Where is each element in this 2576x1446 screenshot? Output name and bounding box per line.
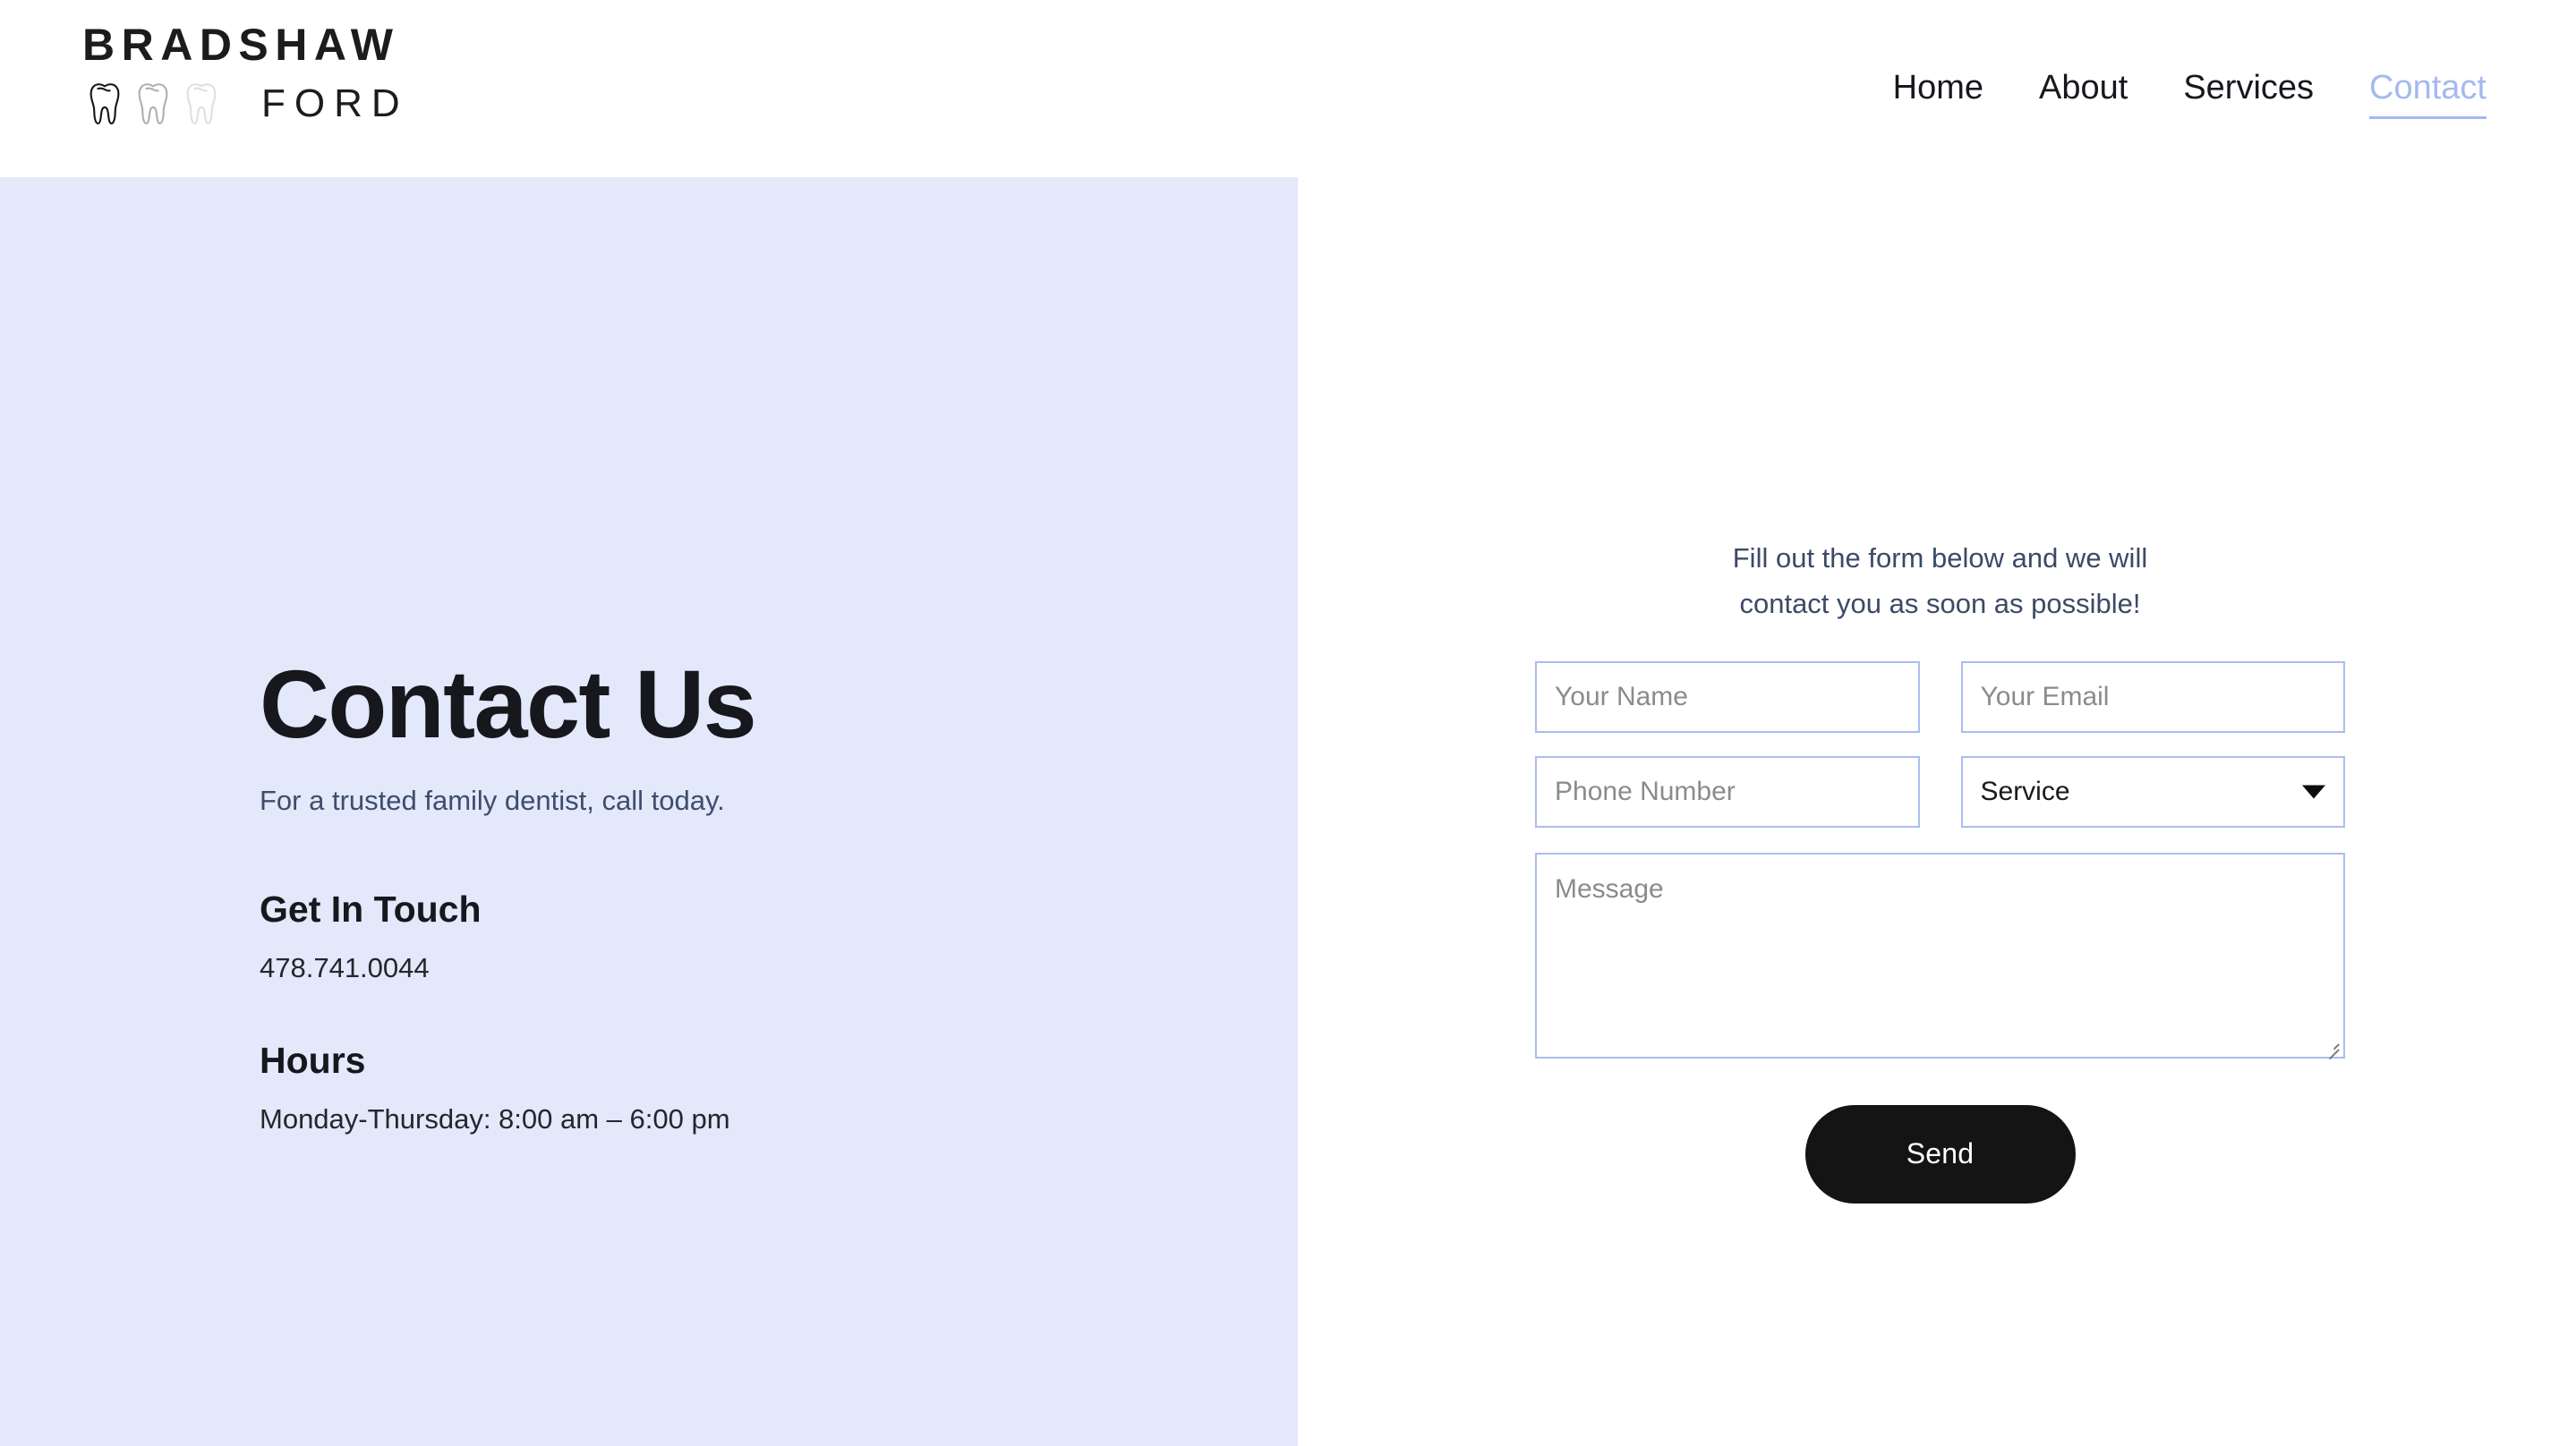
site-header: BRADSHAW FORD Home About Services Contac…	[0, 0, 2576, 177]
info-block-get-in-touch: Get In Touch 478.741.0044	[260, 888, 1208, 987]
brand-logo[interactable]: BRADSHAW FORD	[82, 21, 548, 132]
tooth-icon-light	[186, 83, 217, 125]
main-navigation: Home About Services Contact	[1865, 0, 2486, 177]
service-select-wrapper: Service	[1960, 755, 2345, 828]
send-button-row: Send	[1535, 1104, 2345, 1204]
email-input[interactable]	[1960, 660, 2345, 733]
tooth-icon-group	[90, 82, 217, 125]
phone-input[interactable]	[1535, 755, 1920, 828]
tooth-icon-dark	[90, 83, 120, 125]
brand-name: BRADSHAW	[82, 20, 400, 70]
hours-heading: Hours	[260, 1040, 366, 1082]
contact-form-panel: Fill out the form below and we will cont…	[1298, 177, 2576, 1446]
contact-form: Fill out the form below and we will cont…	[1535, 535, 2345, 1204]
nav-item-contact[interactable]: Contact	[2341, 64, 2486, 119]
brand-secondary-row: FORD	[82, 76, 548, 132]
nav-item-services[interactable]: Services	[2155, 64, 2341, 114]
page-subtitle: For a trusted family dentist, call today…	[260, 784, 725, 816]
phone-number[interactable]: 478.741.0044	[260, 949, 1208, 987]
page-title: Contact Us	[260, 650, 757, 758]
form-intro-text: Fill out the form below and we will cont…	[1732, 542, 2148, 620]
message-wrapper	[1535, 852, 2345, 1060]
nav-item-about[interactable]: About	[2011, 64, 2155, 114]
info-block-hours: Hours Monday-Thursday: 8:00 am – 6:00 pm	[260, 1039, 1208, 1138]
hours-text: Monday-Thursday: 8:00 am – 6:00 pm	[260, 1103, 730, 1136]
message-textarea[interactable]	[1535, 852, 2345, 1059]
form-field-grid: Service	[1535, 660, 2345, 1060]
send-button[interactable]: Send	[1804, 1104, 2076, 1204]
name-input[interactable]	[1535, 660, 1920, 733]
brand-subname: FORD	[261, 81, 409, 125]
nav-item-home[interactable]: Home	[1865, 64, 2011, 114]
contact-info-panel: Contact Us For a trusted family dentist,…	[0, 177, 1298, 1446]
service-select[interactable]: Service	[1960, 755, 2345, 828]
contact-info-content: Contact Us For a trusted family dentist,…	[260, 651, 1208, 1138]
tooth-icon-medium	[138, 83, 168, 125]
get-in-touch-heading: Get In Touch	[260, 889, 482, 931]
